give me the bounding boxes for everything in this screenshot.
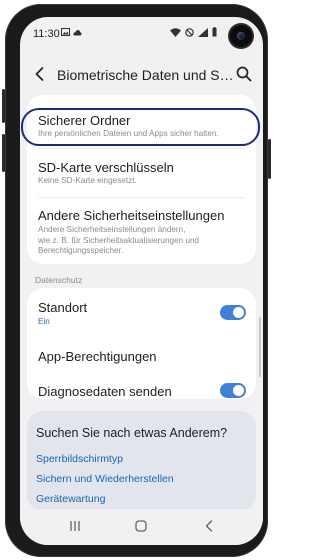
subtitle-line: Andere Sicherheitseinstellungen ändern, [38,225,186,234]
phone-frame: 11:30 Biometrische Daten und Sich… Siche… [2,4,271,557]
sd-card-encrypt-item[interactable]: SD-Karte verschlüsseln Keine SD-Karte ei… [27,149,256,197]
sd-card-encrypt-title: SD-Karte verschlüsseln [38,160,174,175]
sd-card-encrypt-subtitle: Keine SD-Karte eingesetzt. [38,176,137,185]
wifi-icon [170,27,181,37]
link-lock-screen-type[interactable]: Sperrbildschirmtyp [36,453,123,465]
volume-button [2,89,5,123]
status-bar: 11:30 [20,17,263,47]
gallery-notification-icon [61,28,70,36]
back-nav-icon[interactable] [202,519,216,533]
diagnostics-title: Diagnosedaten senden [38,384,172,399]
back-arrow-icon[interactable] [30,64,50,84]
subtitle-line: wie z. B. für Sicherheitsaktualisierunge… [38,235,200,245]
other-security-settings-item[interactable]: Andere Sicherheitseinstellungen Andere S… [27,198,256,264]
search-icon[interactable] [235,65,253,83]
screen: 11:30 Biometrische Daten und Sich… Siche… [20,17,263,545]
signal-icon [198,27,208,37]
home-icon[interactable] [134,519,148,533]
scrollbar[interactable] [259,317,261,377]
other-security-settings-subtitle: Andere Sicherheitseinstellungen ändern, … [38,225,243,257]
section-label-privacy: Datenschutz [35,275,83,285]
app-permissions-item[interactable]: App-Berechtigungen [27,330,256,366]
status-right-icons [170,27,217,37]
suggestions-title: Suchen Sie nach etwas Anderem? [36,426,228,440]
recents-icon[interactable] [68,519,82,533]
link-device-care[interactable]: Gerätewartung [36,493,105,505]
privacy-card: Standort Ein App-Berechtigungen Diagnose… [27,288,256,399]
location-title: Standort [38,300,88,315]
secure-folder-highlight [21,108,260,146]
app-header: Biometrische Daten und Sich… [20,56,263,92]
location-item[interactable]: Standort Ein [27,288,256,330]
status-time: 11:30 [33,28,60,40]
bixby-button [2,134,5,172]
cloud-notification-icon [73,29,82,35]
battery-icon [212,27,217,37]
subtitle-line: Berechtigungsspeicher. [38,246,124,255]
do-not-disturb-icon [185,27,194,37]
diagnostics-item[interactable]: Diagnosedaten senden [27,366,256,399]
suggestions-card: Suchen Sie nach etwas Anderem? Sperrbild… [27,411,256,511]
diagnostics-toggle[interactable] [220,383,246,398]
power-button [268,139,271,179]
status-left-icons [61,28,82,36]
navigation-bar [20,509,263,545]
location-toggle[interactable] [220,305,246,320]
page-title: Biometrische Daten und Sich… [57,67,235,83]
other-security-settings-title: Andere Sicherheitseinstellungen [38,208,225,223]
app-permissions-title: App-Berechtigungen [38,349,157,364]
location-status: Ein [38,317,50,326]
link-backup-restore[interactable]: Sichern und Wiederherstellen [36,473,174,485]
front-camera [230,25,252,47]
